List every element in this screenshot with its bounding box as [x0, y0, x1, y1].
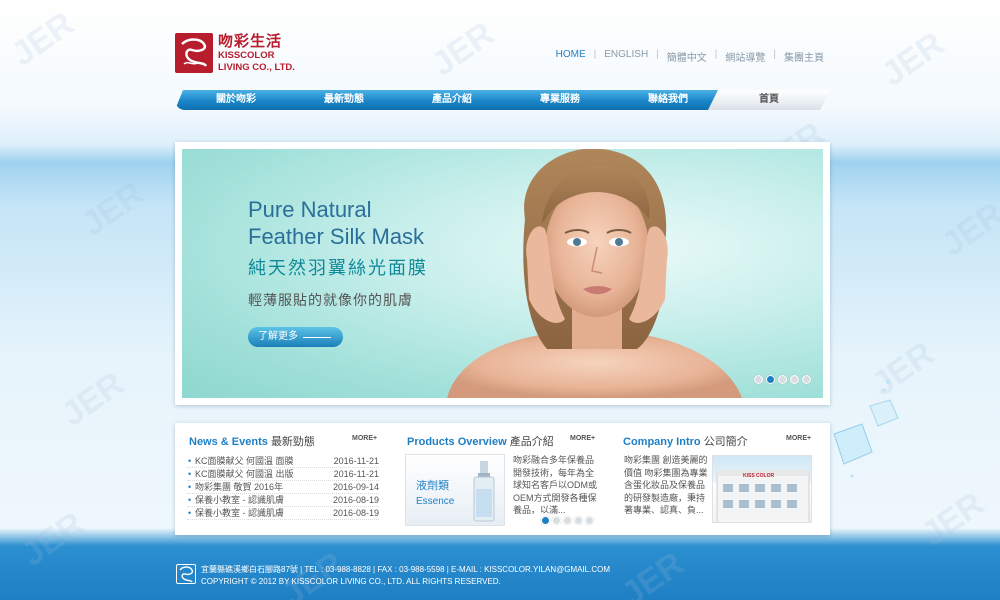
- company-building-image[interactable]: KISS COLOR: [712, 455, 812, 523]
- company-more-link[interactable]: MORE+: [786, 435, 811, 442]
- products-more-link[interactable]: MORE+: [570, 435, 595, 442]
- hero-slide[interactable]: Pure Natural Feather Silk Mask 純天然羽翼絲光面膜…: [182, 149, 823, 398]
- building-sign: KISS COLOR: [743, 473, 775, 479]
- product-description: 吻彩融合多年保養品開發技術，每年為全球知名客戶以ODM或OEM方式開發各種保養品…: [513, 455, 597, 515]
- company-title-en: Company Intro: [623, 436, 701, 448]
- footer-contact-info: 宜蘭縣礁溪鄉白石腳路87號 | TEL : 03-988-8828 | FAX …: [201, 565, 611, 574]
- news-item[interactable]: KC面膜献父 何國溫 面膜 2016-11-21: [187, 455, 379, 468]
- company-title-cn: 公司簡介: [703, 436, 748, 448]
- news-item-title: 保養小教室 - 認識肌膚: [187, 507, 284, 520]
- menu-news[interactable]: 最新勁態: [283, 90, 405, 110]
- info-panel: News & Events 最新勁態 MORE+ KC面膜献父 何國溫 面膜 20…: [175, 423, 830, 535]
- main-menu: 關於吻彩 最新勁態 產品介紹 專業服務 聯絡我們 首頁: [175, 90, 830, 110]
- products-title: Products Overview 產品介紹: [407, 433, 554, 449]
- news-more-link[interactable]: MORE+: [352, 435, 377, 442]
- product-category-cn: 液劑類: [416, 480, 449, 492]
- hero-title-line1: Pure Natural: [248, 197, 372, 222]
- product-category-en: Essence: [416, 496, 455, 507]
- brand-logo[interactable]: 吻彩生活 KISSCOLOR LIVING CO., LTD.: [175, 33, 295, 73]
- top-nav-sitemap[interactable]: 網站導覽: [717, 49, 773, 64]
- brand-en-name: KISSCOLOR: [218, 50, 275, 61]
- company-description: 吻彩集團 創造美麗的價值 吻彩集團為專業含蛋化妝品及保養品的研發製造廠，秉持 著…: [624, 455, 708, 515]
- product-slide-dot[interactable]: [585, 516, 594, 525]
- menu-about[interactable]: 關於吻彩: [175, 90, 297, 110]
- footer: 宜蘭縣礁溪鄉白石腳路87號 | TEL : 03-988-8828 | FAX …: [0, 548, 1000, 600]
- news-item-date: 2016-09-14: [332, 482, 379, 492]
- top-nav-group-home[interactable]: 集團主頁: [776, 49, 832, 64]
- news-item[interactable]: 保養小教室 - 認識肌膚 2016-08-19: [187, 494, 379, 507]
- news-title-en: News & Events: [189, 436, 268, 448]
- brand-en-company: LIVING CO., LTD.: [218, 61, 295, 73]
- top-nav-simplified-chinese[interactable]: 簡體中文: [659, 49, 715, 64]
- essence-bottle-icon: [473, 461, 495, 522]
- news-list: KC面膜献父 何國溫 面膜 2016-11-21 KC面膜献父 何國溫 出版 2016…: [187, 455, 379, 520]
- footer-copyright: COPYRIGHT © 2012 BY KISSCOLOR LIVING CO.…: [201, 577, 501, 586]
- product-slide-dot[interactable]: [563, 516, 572, 525]
- model-portrait-image: [447, 149, 742, 398]
- hero-cn-subtitle: 輕薄服貼的就像你的肌膚: [248, 292, 413, 308]
- product-slide-dot[interactable]: [574, 516, 583, 525]
- menu-home[interactable]: 首頁: [708, 90, 830, 110]
- news-item-date: 2016-08-19: [332, 495, 379, 505]
- watermark-text: JER: [424, 14, 501, 84]
- watermark-text: JER: [4, 4, 81, 74]
- watermark-text: JER: [54, 364, 131, 434]
- hero-slide-dot[interactable]: [778, 375, 787, 384]
- watermark-text: JER: [74, 174, 151, 244]
- product-image[interactable]: 液劑類 Essence: [405, 454, 505, 526]
- top-nav-english[interactable]: ENGLISH: [596, 49, 656, 64]
- watermark-text: JER: [874, 24, 951, 94]
- news-item[interactable]: 吻彩集團 敬賀 2016年 2016-09-14: [187, 481, 379, 494]
- news-item[interactable]: KC面膜献父 何國溫 出版 2016-11-21: [187, 468, 379, 481]
- menu-products[interactable]: 產品介紹: [391, 90, 513, 110]
- watermark-text: JER: [934, 194, 1000, 264]
- hero-pagination: [754, 375, 811, 384]
- brand-cn-name: 吻彩生活: [218, 33, 283, 50]
- hero-banner: Pure Natural Feather Silk Mask 純天然羽翼絲光面膜…: [175, 142, 830, 405]
- menu-services[interactable]: 專業服務: [499, 90, 621, 110]
- news-title: News & Events 最新勁態: [189, 433, 315, 449]
- hero-slide-dot[interactable]: [766, 375, 775, 384]
- news-item-title: 保養小教室 - 認識肌膚: [187, 494, 284, 507]
- news-item[interactable]: 保養小教室 - 認識肌膚 2016-08-19: [187, 507, 379, 520]
- news-item-title: KC面膜献父 何國溫 面膜: [187, 455, 294, 468]
- ice-cube-icon: [833, 380, 899, 478]
- building-image: KISS COLOR: [716, 470, 810, 522]
- top-nav-home[interactable]: HOME: [548, 49, 594, 64]
- product-slide-dot[interactable]: [552, 516, 561, 525]
- logo-mark-icon: [175, 33, 213, 73]
- news-item-title: 吻彩集團 敬賀 2016年: [187, 481, 283, 494]
- news-item-date: 2016-08-19: [332, 508, 379, 518]
- hero-slide-dot[interactable]: [754, 375, 763, 384]
- footer-logo-icon[interactable]: [176, 564, 196, 584]
- products-pagination: [541, 516, 594, 525]
- products-title-en: Products Overview: [407, 436, 507, 448]
- product-slide-dot[interactable]: [541, 516, 550, 525]
- hero-slide-dot[interactable]: [802, 375, 811, 384]
- news-title-cn: 最新勁態: [270, 436, 315, 448]
- products-title-cn: 產品介紹: [509, 436, 554, 448]
- hero-learn-more-button[interactable]: 了解更多: [248, 327, 343, 347]
- watermark-text: JER: [914, 484, 991, 554]
- top-nav: HOME | ENGLISH | 簡體中文 | 網站導覽 | 集團主頁: [548, 49, 832, 64]
- news-item-title: KC面膜献父 何國溫 出版: [187, 468, 294, 481]
- news-item-date: 2016-11-21: [333, 456, 379, 466]
- company-title: Company Intro 公司簡介: [623, 433, 748, 449]
- hero-slide-dot[interactable]: [790, 375, 799, 384]
- news-item-date: 2016-11-21: [333, 469, 379, 479]
- hero-cn-title: 純天然羽翼絲光面膜: [248, 258, 428, 278]
- hero-title-line2: Feather Silk Mask: [248, 224, 425, 249]
